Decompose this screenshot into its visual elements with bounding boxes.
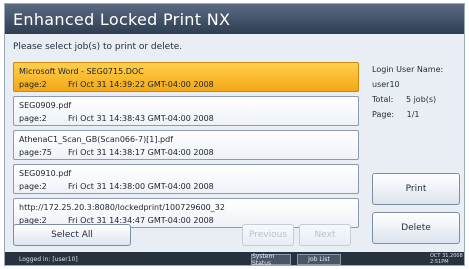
job-list: Microsoft Word - SEG0715.DOC page:2 Fri … xyxy=(13,62,359,232)
job-page-count: page:75 xyxy=(19,148,52,157)
page-value: 1/1 xyxy=(406,110,420,119)
job-date: Fri Oct 31 14:38:17 GMT-04:00 2008 xyxy=(68,148,214,157)
job-info-panel: Login User Name: user10 Total: 5 job(s) … xyxy=(372,62,443,122)
job-name: SEG0909.pdf xyxy=(19,101,72,110)
next-button[interactable]: Next xyxy=(299,224,351,246)
instruction-text: Please select job(s) to print or delete. xyxy=(13,42,183,52)
system-status-button[interactable]: System Status xyxy=(251,253,291,265)
window-title: Enhanced Locked Print NX xyxy=(5,4,464,34)
job-name: AthenaC1_Scan_GB(Scan066-7)[1].pdf xyxy=(19,135,174,144)
clock: OCT 31,2008 2:51PM xyxy=(430,253,463,265)
total-row: Total: 5 job(s) xyxy=(372,92,443,107)
job-row-2[interactable]: SEG0909.pdf page:2 Fri Oct 31 14:38:43 G… xyxy=(13,96,359,126)
status-bar: Logged in: [user10] System Status Job Li… xyxy=(5,252,464,265)
job-row-1[interactable]: Microsoft Word - SEG0715.DOC page:2 Fri … xyxy=(13,62,359,92)
job-date: Fri Oct 31 14:39:22 GMT-04:00 2008 xyxy=(68,80,214,89)
printer-panel: Enhanced Locked Print NX Please select j… xyxy=(4,3,465,266)
job-row-4[interactable]: SEG0910.pdf page:2 Fri Oct 31 14:38:00 G… xyxy=(13,164,359,194)
job-name: http://172.25.20.3:8080/lockedprint/1007… xyxy=(19,203,225,212)
login-value: user10 xyxy=(372,80,400,89)
job-name: SEG0910.pdf xyxy=(19,169,72,178)
delete-button[interactable]: Delete xyxy=(372,212,460,244)
login-label: Login User Name: xyxy=(372,65,444,74)
total-label: Total: xyxy=(372,95,394,104)
job-list-button[interactable]: Job List xyxy=(297,254,341,265)
job-date: Fri Oct 31 14:38:43 GMT-04:00 2008 xyxy=(68,114,214,123)
page-label: Page: xyxy=(372,110,395,119)
select-all-button[interactable]: Select All xyxy=(13,224,131,246)
print-button[interactable]: Print xyxy=(372,173,460,205)
job-page-count: page:2 xyxy=(19,80,47,89)
clock-time: 2:51PM xyxy=(430,259,449,265)
total-value: 5 job(s) xyxy=(405,95,437,104)
job-page-count: page:2 xyxy=(19,182,47,191)
job-row-3[interactable]: AthenaC1_Scan_GB(Scan066-7)[1].pdf page:… xyxy=(13,130,359,160)
previous-button[interactable]: Previous xyxy=(242,224,294,246)
job-name: Microsoft Word - SEG0715.DOC xyxy=(19,67,144,76)
job-date: Fri Oct 31 14:38:00 GMT-04:00 2008 xyxy=(68,182,214,191)
job-page-count: page:2 xyxy=(19,114,47,123)
logged-in-user: Logged in: [user10] xyxy=(19,256,78,263)
page-row: Page: 1/1 xyxy=(372,107,443,122)
